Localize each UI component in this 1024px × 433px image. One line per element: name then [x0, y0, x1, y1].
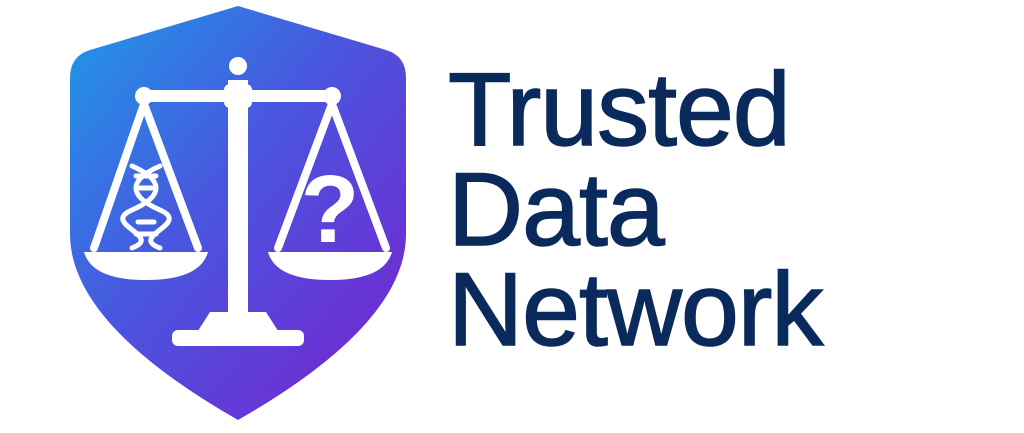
- logo: ? Trusted Data Network: [0, 0, 1024, 433]
- question-mark-icon: ?: [301, 156, 360, 263]
- shield-icon: ?: [70, 6, 406, 420]
- wordmark-line-2: Data: [447, 152, 665, 268]
- wordmark-line-1: Trusted: [447, 52, 791, 168]
- wordmark-line-3: Network: [447, 252, 824, 368]
- svg-text:?: ?: [301, 156, 360, 263]
- wordmark: Trusted Data Network: [447, 52, 1008, 368]
